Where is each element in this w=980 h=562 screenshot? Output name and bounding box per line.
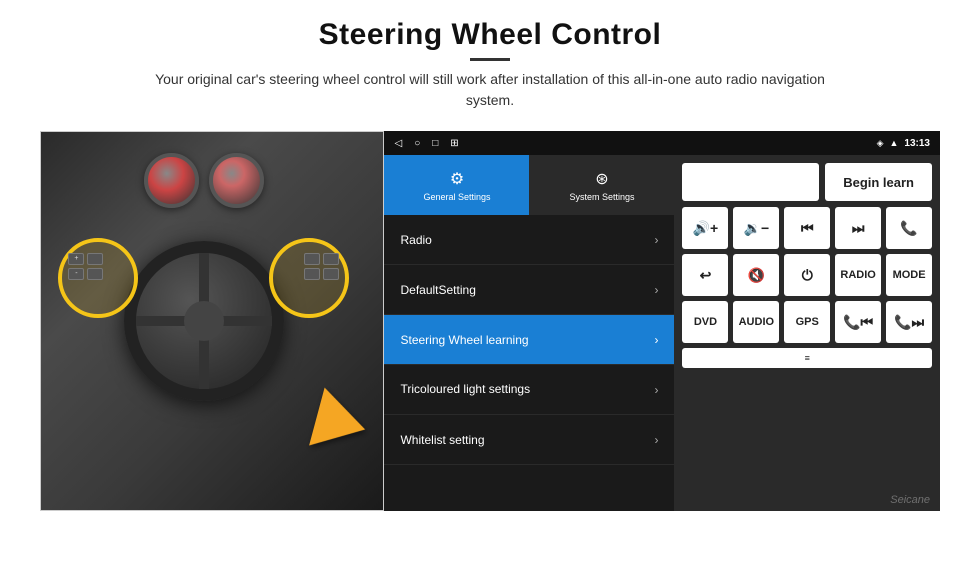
tab-general-settings[interactable]: ⚙ General Settings <box>384 155 529 215</box>
car-image-bg: + - <box>41 132 383 510</box>
power-icon: ⏻ <box>802 267 813 284</box>
button-row-2: ↩ 🔇 ⏻ RADIO MOD <box>682 254 932 296</box>
button-grid: 🔊+ 🔉− ⏮ ⏭ 📞 <box>682 207 932 368</box>
status-bar-left: ◁ ○ □ ⊞ <box>394 138 458 149</box>
arrow-container <box>316 393 366 453</box>
menu-nav-icon[interactable]: ⊞ <box>450 138 458 149</box>
car-image-section: + - <box>40 131 384 511</box>
tab-system-label: System Settings <box>569 192 634 202</box>
home-nav-icon[interactable]: ○ <box>414 138 420 149</box>
menu-item-defaultsetting[interactable]: DefaultSetting › <box>384 265 674 315</box>
right-panel: Begin learn 🔊+ 🔉− ⏮ <box>674 155 940 511</box>
vol-down-icon: 🔉− <box>744 220 770 237</box>
list-icon: ≡ <box>805 353 810 363</box>
gps-button[interactable]: GPS <box>784 301 830 343</box>
button-row-1: 🔊+ 🔉− ⏮ ⏭ 📞 <box>682 207 932 249</box>
left-buttons: + - <box>68 253 103 280</box>
steering-wheel-container <box>124 241 284 401</box>
call-button[interactable]: 📞 <box>886 207 932 249</box>
chevron-radio-icon: › <box>654 233 658 247</box>
begin-learn-row: Begin learn <box>682 163 932 201</box>
sw-btn-3: - <box>68 268 84 280</box>
system-settings-icon: ⊛ <box>595 169 608 189</box>
time-display: 13:13 <box>904 138 930 149</box>
call-next-icon: 📞⏭ <box>894 314 924 331</box>
sw-btn-r4 <box>323 268 339 280</box>
content-row: + - <box>40 131 940 511</box>
menu-item-steering[interactable]: Steering Wheel learning › <box>384 315 674 365</box>
audio-button[interactable]: AUDIO <box>733 301 779 343</box>
settings-menu: ⚙ General Settings ⊛ System Settings Rad… <box>384 155 674 511</box>
menu-item-tricolour[interactable]: Tricoloured light settings › <box>384 365 674 415</box>
radio-button[interactable]: RADIO <box>835 254 881 296</box>
mute-icon: 🔇 <box>748 267 765 284</box>
tab-general-label: General Settings <box>423 192 490 202</box>
extra-btn-1[interactable]: ≡ <box>682 348 932 368</box>
next-track-icon: ⏭ <box>852 220 865 237</box>
vol-up-icon: 🔊+ <box>693 220 719 237</box>
back-call-icon: ↩ <box>700 267 712 284</box>
button-row-3: DVD AUDIO GPS 📞⏮ <box>682 301 932 343</box>
vol-down-button[interactable]: 🔉− <box>733 207 779 249</box>
settings-tabs: ⚙ General Settings ⊛ System Settings <box>384 155 674 215</box>
chevron-whitelist-icon: › <box>654 433 658 447</box>
chevron-steering-icon: › <box>654 333 658 347</box>
call-prev-button[interactable]: 📞⏮ <box>835 301 881 343</box>
chevron-tricolour-icon: › <box>654 383 658 397</box>
sw-btn-r1 <box>304 253 320 265</box>
dvd-button[interactable]: DVD <box>682 301 728 343</box>
subtitle-text: Your original car's steering wheel contr… <box>130 69 850 111</box>
menu-item-whitelist[interactable]: Whitelist setting › <box>384 415 674 465</box>
sw-btn-r2 <box>323 253 339 265</box>
begin-learn-button[interactable]: Begin learn <box>825 163 932 201</box>
title-divider <box>470 58 510 61</box>
mute-button[interactable]: 🔇 <box>733 254 779 296</box>
sw-btn-r3 <box>304 268 320 280</box>
mode-label: MODE <box>893 269 926 281</box>
prev-track-icon: ⏮ <box>801 220 814 237</box>
status-bar-right: ◈ ▲ 13:13 <box>877 138 930 149</box>
next-track-button[interactable]: ⏭ <box>835 207 881 249</box>
back-nav-icon[interactable]: ◁ <box>394 138 402 149</box>
gps-label: GPS <box>796 316 819 328</box>
mode-button[interactable]: MODE <box>886 254 932 296</box>
call-next-button[interactable]: 📞⏭ <box>886 301 932 343</box>
prev-track-button[interactable]: ⏮ <box>784 207 830 249</box>
audio-label: AUDIO <box>739 316 774 328</box>
call-icon: 📞 <box>900 220 917 237</box>
wifi-icon: ▲ <box>890 138 899 148</box>
power-button[interactable]: ⏻ <box>784 254 830 296</box>
button-row-4: ≡ <box>682 348 932 368</box>
page-title: Steering Wheel Control <box>130 18 850 52</box>
call-prev-icon: 📞⏮ <box>843 314 873 331</box>
page-container: Steering Wheel Control Your original car… <box>0 0 980 562</box>
learn-input-field[interactable] <box>682 163 819 201</box>
gauge-right <box>209 153 264 208</box>
menu-item-radio[interactable]: Radio › <box>384 215 674 265</box>
dashboard-gauges <box>144 151 350 211</box>
seicane-watermark: Seicane <box>890 494 930 506</box>
arrow-icon <box>309 388 373 459</box>
dvd-label: DVD <box>694 316 717 328</box>
recent-nav-icon[interactable]: □ <box>432 138 438 149</box>
android-body: ⚙ General Settings ⊛ System Settings Rad… <box>384 155 940 511</box>
title-section: Steering Wheel Control Your original car… <box>130 18 850 111</box>
gps-status-icon: ◈ <box>877 138 884 149</box>
tab-system-settings[interactable]: ⊛ System Settings <box>529 155 674 215</box>
sw-btn-1: + <box>68 253 84 265</box>
gauge-left <box>144 153 199 208</box>
sw-center <box>184 301 224 341</box>
chevron-default-icon: › <box>654 283 658 297</box>
android-ui: ◁ ○ □ ⊞ ◈ ▲ 13:13 ⚙ <box>384 131 940 511</box>
back-button[interactable]: ↩ <box>682 254 728 296</box>
sw-btn-2 <box>87 253 103 265</box>
right-buttons <box>304 253 339 280</box>
sw-btn-4 <box>87 268 103 280</box>
radio-label: RADIO <box>840 269 875 281</box>
status-bar: ◁ ○ □ ⊞ ◈ ▲ 13:13 <box>384 131 940 155</box>
general-settings-icon: ⚙ <box>450 169 464 189</box>
vol-up-button[interactable]: 🔊+ <box>682 207 728 249</box>
steering-wheel <box>124 241 284 401</box>
